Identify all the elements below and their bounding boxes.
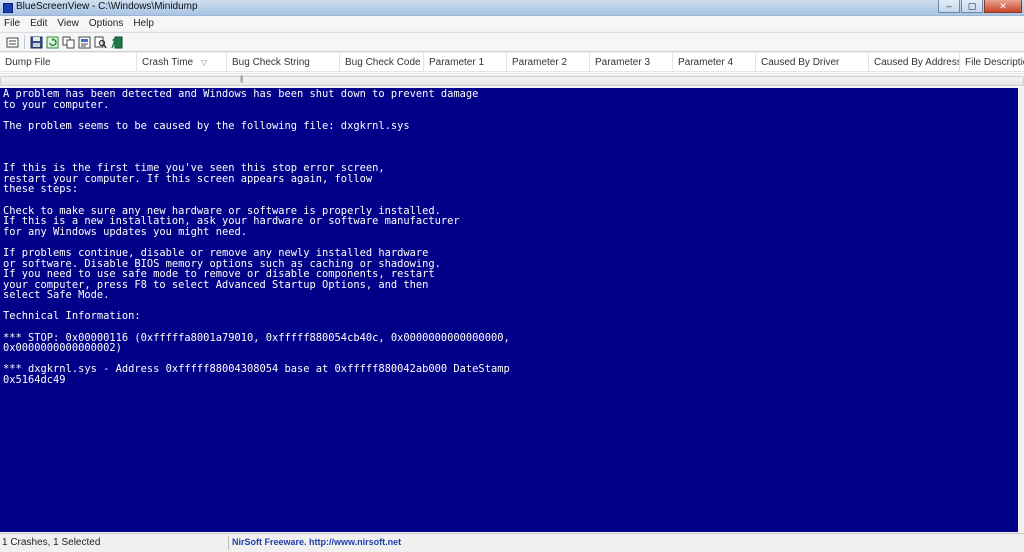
column-label: Parameter 2 <box>512 57 568 68</box>
toolbar <box>0 32 1024 52</box>
find-icon[interactable] <box>94 36 107 49</box>
menu-help[interactable]: Help <box>133 18 154 29</box>
vertical-scrollbar[interactable] <box>1018 88 1024 532</box>
column-header-caused-by-driver[interactable]: Caused By Driver <box>756 53 869 72</box>
maximize-button[interactable]: ▢ <box>961 0 983 13</box>
column-header-parameter-3[interactable]: Parameter 3 <box>590 53 673 72</box>
app-icon <box>3 3 13 13</box>
column-label: Bug Check Code <box>345 57 421 68</box>
column-label: Parameter 3 <box>595 57 651 68</box>
column-header-caused-by-address[interactable]: Caused By Address <box>869 53 960 72</box>
horizontal-scrollbar[interactable]: ||| <box>0 73 1024 88</box>
window-title: BlueScreenView - C:\Windows\Minidump <box>16 1 198 12</box>
toolbar-separator <box>24 35 25 49</box>
crash-list: Dump File Crash Time ▽ Bug Check String B… <box>0 53 1024 88</box>
menu-file[interactable]: File <box>4 18 20 29</box>
scrollbar-grip-icon: ||| <box>240 76 244 83</box>
exit-icon[interactable] <box>110 36 123 49</box>
menu-view[interactable]: View <box>57 18 79 29</box>
nirsoft-link[interactable]: NirSoft Freeware. http://www.nirsoft.net <box>232 537 401 547</box>
bsod-preview: A problem has been detected and Windows … <box>0 88 1018 532</box>
column-label: Caused By Address <box>874 57 960 68</box>
selection-status: 1 Crashes, 1 Selected <box>2 537 101 548</box>
scrollbar-thumb[interactable] <box>0 76 1024 86</box>
column-header-bug-check-code[interactable]: Bug Check Code <box>340 53 424 72</box>
column-header-crash-time[interactable]: Crash Time ▽ <box>137 53 227 72</box>
menu-options[interactable]: Options <box>89 18 123 29</box>
title-bar[interactable]: BlueScreenView - C:\Windows\Minidump – ▢… <box>0 0 1024 16</box>
refresh-icon[interactable] <box>46 36 59 49</box>
window-controls: – ▢ ✕ <box>938 0 1022 14</box>
column-label: Parameter 1 <box>429 57 485 68</box>
minimize-button[interactable]: – <box>938 0 960 13</box>
close-button[interactable]: ✕ <box>984 0 1022 13</box>
column-label: Parameter 4 <box>678 57 734 68</box>
column-header-parameter-4[interactable]: Parameter 4 <box>673 53 756 72</box>
column-label: File Description <box>965 57 1024 68</box>
status-separator <box>228 536 229 550</box>
column-header-dump-file[interactable]: Dump File <box>0 53 137 72</box>
column-headers: Dump File Crash Time ▽ Bug Check String B… <box>0 53 1024 72</box>
column-label: Caused By Driver <box>761 57 840 68</box>
app-window: BlueScreenView - C:\Windows\Minidump – ▢… <box>0 0 1024 552</box>
sort-descending-icon: ▽ <box>201 58 208 67</box>
menu-edit[interactable]: Edit <box>30 18 47 29</box>
column-header-parameter-1[interactable]: Parameter 1 <box>424 53 507 72</box>
html-report-icon[interactable] <box>78 36 91 49</box>
column-header-parameter-2[interactable]: Parameter 2 <box>507 53 590 72</box>
save-icon[interactable] <box>30 36 43 49</box>
bsod-text: A problem has been detected and Windows … <box>3 88 510 387</box>
column-label: Crash Time <box>142 57 194 68</box>
menu-bar: File Edit View Options Help <box>0 16 1024 31</box>
column-label: Dump File <box>5 57 51 68</box>
column-header-file-description[interactable]: File Description <box>960 53 1024 72</box>
status-bar: 1 Crashes, 1 Selected NirSoft Freeware. … <box>0 533 1024 552</box>
column-label: Bug Check String <box>232 57 310 68</box>
copy-icon[interactable] <box>62 36 75 49</box>
column-header-bug-check-string[interactable]: Bug Check String <box>227 53 340 72</box>
properties-icon[interactable] <box>6 36 19 49</box>
